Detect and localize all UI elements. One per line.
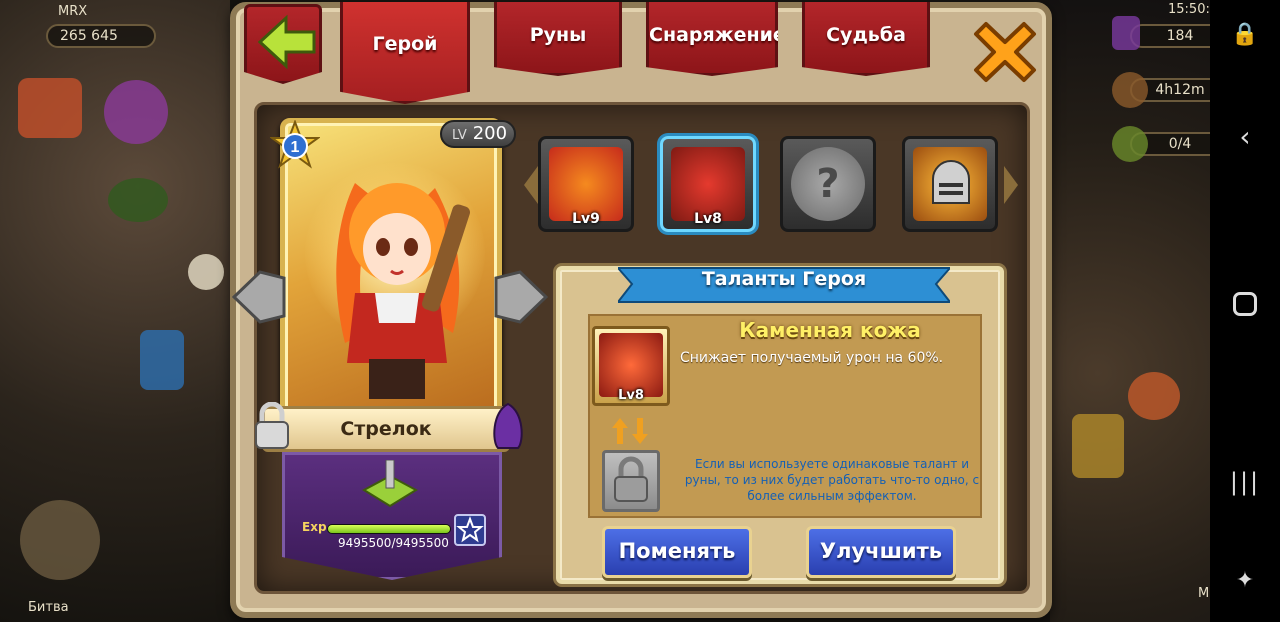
padlock-icon (614, 456, 648, 502)
hero-level-badge: LV 200 (440, 120, 516, 148)
change-talent-button[interactable]: Поменять (602, 526, 752, 578)
stone-fist-icon (671, 147, 745, 221)
upgrade-talent-button[interactable]: Улучшить (806, 526, 956, 578)
close-icon[interactable] (968, 16, 1042, 88)
tower-gold-icon (1072, 414, 1124, 478)
skill-slot-3[interactable]: ? (780, 136, 876, 232)
shield-icon (1112, 72, 1148, 108)
talent-icon-frame[interactable]: Lv8 (592, 326, 670, 406)
talent-note: Если вы используете одинаковые талант и … (684, 457, 980, 503)
helmet-icon (932, 160, 970, 204)
next-hero-arrow-icon[interactable] (490, 268, 548, 326)
quest-value: 0/4 (1168, 136, 1192, 152)
skills-left-arrow-icon[interactable] (524, 166, 538, 204)
gems-value: 184 (1166, 28, 1194, 44)
system-navbar: 🔒 ‹ ||| ✦ (1210, 0, 1280, 622)
exp-bar (327, 524, 451, 534)
tab-gear[interactable]: Снаряжение (646, 2, 778, 76)
tower-icon (140, 330, 184, 390)
skills-right-arrow-icon[interactable] (1004, 166, 1018, 204)
tab-hero[interactable]: Герой (340, 2, 470, 104)
timer-value: 4h12m (1155, 82, 1205, 98)
tab-runes[interactable]: Руны (494, 2, 622, 76)
exp-boost-button[interactable] (454, 514, 486, 546)
twin-blast-icon (549, 147, 623, 221)
soul-stone-icon (361, 460, 419, 508)
building-icon (1128, 372, 1180, 420)
talent-description: Снижает получаемый урон на 60%. (680, 350, 944, 366)
home-button[interactable] (1210, 292, 1280, 316)
back-arrow-icon[interactable] (258, 14, 316, 70)
player-name: MRX (58, 4, 88, 19)
prev-hero-arrow-icon[interactable] (232, 268, 290, 326)
talent-panel-title: Таланты Героя (701, 268, 867, 290)
star-count: 1 (291, 139, 300, 156)
locked-rune-slot[interactable] (602, 450, 660, 512)
skill-slot-2[interactable]: Lv8 (660, 136, 756, 232)
swap-arrows-icon (612, 418, 648, 444)
collapse-arrow-icon[interactable]: ‹ (1210, 120, 1280, 153)
star-icon (456, 516, 484, 543)
cauldron-icon (108, 178, 168, 222)
hero-portrait (336, 183, 470, 399)
goblin-icon (1112, 126, 1148, 162)
skill-slot-4[interactable] (902, 136, 998, 232)
talent-name: Каменная кожа (739, 318, 921, 342)
skill-level: Lv9 (572, 211, 600, 227)
talent-icon-level: Lv8 (618, 388, 644, 403)
skill-slot-1[interactable]: Lv9 (538, 136, 634, 232)
tab-fate[interactable]: Судьба (802, 2, 930, 76)
recents-button[interactable]: ||| (1210, 468, 1280, 496)
event-icon[interactable] (104, 80, 168, 144)
gamepad-icon[interactable]: ✦ (1210, 568, 1280, 593)
star-rank-badge: 1 (270, 120, 320, 169)
exp-value: 9495500/9495500 (338, 536, 449, 550)
lock-icon[interactable] (252, 402, 292, 450)
unknown-skill-glyph: ? (816, 161, 840, 207)
chest-icon[interactable] (18, 78, 82, 138)
battle-label: Битва (28, 600, 69, 615)
level-key: LV (452, 128, 467, 143)
hero-class-banner: Стрелок (262, 406, 510, 452)
battle-button[interactable] (20, 500, 100, 580)
screen-lock-icon[interactable]: 🔒 (1210, 22, 1280, 47)
exp-label: Exp (302, 520, 327, 534)
might-counter: 265 645 (46, 24, 156, 48)
skill-level: Lv8 (694, 211, 722, 227)
exp-bar-fill (328, 525, 450, 533)
hero-level: 200 (472, 123, 508, 144)
hood-icon (493, 402, 523, 449)
quest-alert-icon[interactable] (188, 254, 224, 290)
might-value: 265 645 (60, 28, 118, 44)
gem-icon (1112, 16, 1140, 50)
